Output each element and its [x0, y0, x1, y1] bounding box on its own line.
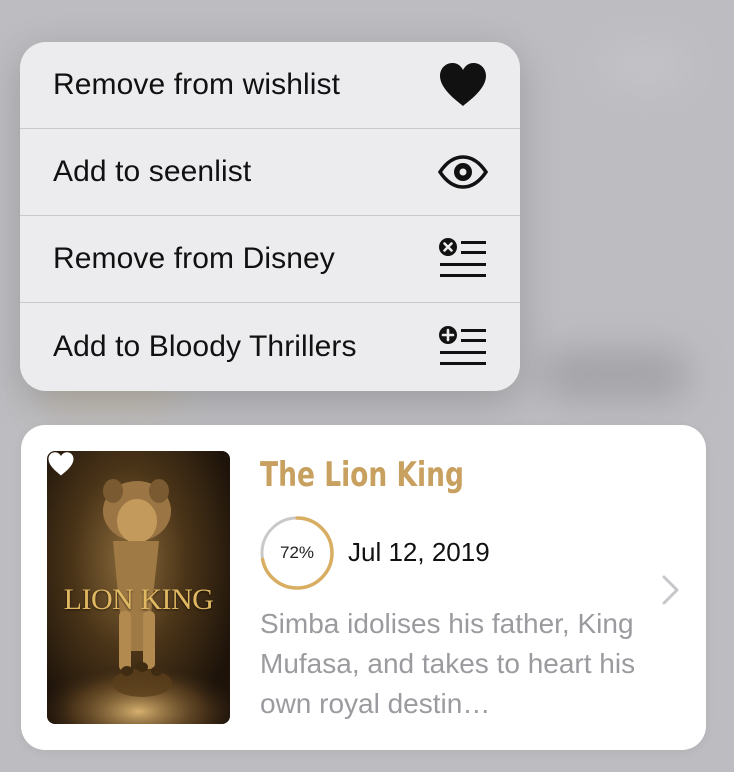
movie-card[interactable]: LION KING The Lion King 72% Jul 12, 2019…: [21, 425, 706, 750]
menu-item-label: Add to Bloody Thrillers: [53, 330, 357, 363]
background-blur: [540, 350, 690, 400]
menu-item-label: Add to seenlist: [53, 155, 252, 188]
heart-filled-icon: [438, 60, 488, 110]
movie-overview: Simba idolises his father, King Mufasa, …: [260, 608, 636, 719]
menu-item-label: Remove from wishlist: [53, 68, 341, 101]
menu-item-add-to-bloody-thrillers[interactable]: Add to Bloody Thrillers: [20, 303, 520, 391]
eye-icon: [438, 147, 488, 197]
movie-title: The Lion King: [260, 455, 465, 495]
list-remove-icon: [438, 234, 488, 284]
context-menu: Remove from wishlist Add to seenlist Rem…: [20, 42, 520, 391]
chevron-right-icon[interactable]: [659, 573, 683, 607]
release-date: Jul 12, 2019: [348, 537, 490, 567]
menu-item-remove-from-wishlist[interactable]: Remove from wishlist: [20, 42, 520, 129]
heart-icon[interactable]: [47, 451, 75, 477]
menu-item-remove-from-disney[interactable]: Remove from Disney: [20, 216, 520, 303]
poster-title: LION KING: [63, 583, 214, 616]
menu-item-add-to-seenlist[interactable]: Add to seenlist: [20, 129, 520, 216]
background-blur: [600, 40, 690, 90]
rating-percent: 72%: [279, 543, 315, 562]
movie-poster: LION KING: [47, 451, 230, 724]
list-add-icon: [438, 322, 488, 372]
rating-ring: 72%: [258, 514, 336, 592]
menu-item-label: Remove from Disney: [53, 242, 335, 275]
